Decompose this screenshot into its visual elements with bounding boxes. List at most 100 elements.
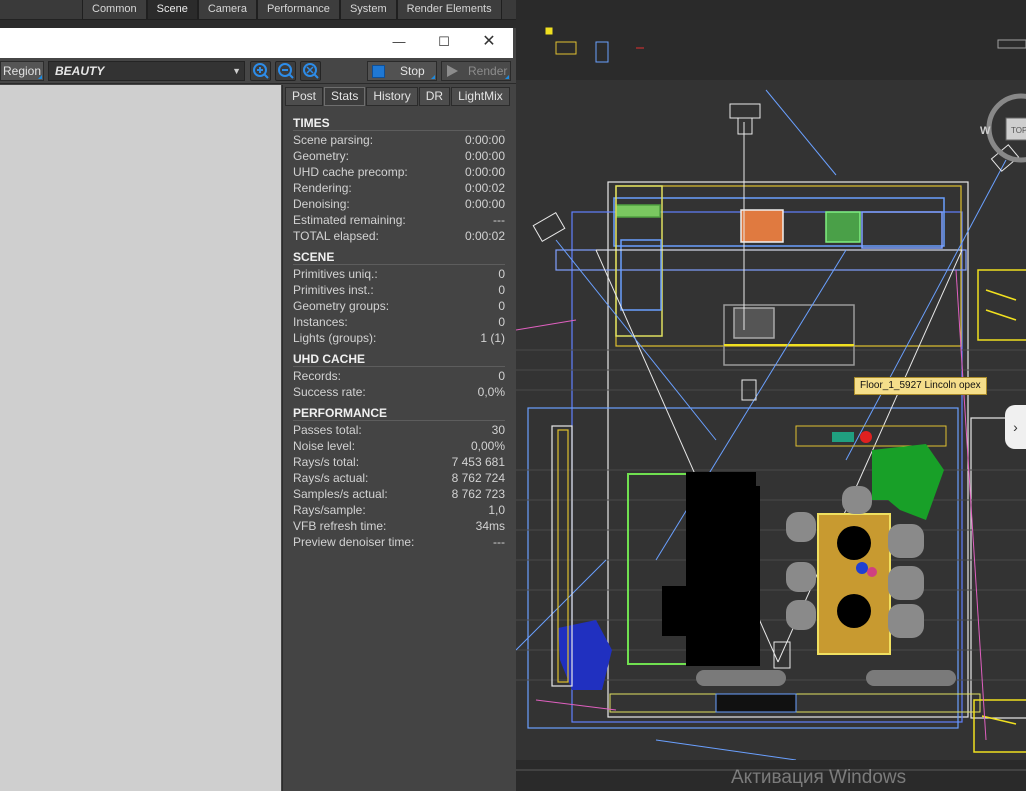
stats-row: Success rate: 0,0% [293,384,505,400]
stats-row-value: 1 (1) [480,331,505,345]
stats-row-value: --- [493,213,505,227]
stats-row-label: Estimated remaining: [293,213,406,227]
zoom-out-button[interactable] [275,61,296,81]
stats-panel: TIMES Scene parsing: 0:00:00 Geometry: 0:00:… [293,115,505,555]
stats-section-title: TIMES [293,115,505,131]
panel-tab-post[interactable]: Post [285,87,324,106]
vfb-panel-tabs: Post Stats History DR LightMix [285,87,511,107]
window-titlebar: — ☐ ✕ [0,28,513,58]
stats-row-label: Records: [293,369,342,383]
stats-row-value: 0:00:00 [464,165,505,179]
object-tooltip: Floor_1_5927 Lincoln opex [854,377,987,395]
stats-row-label: Lights (groups): [293,331,377,345]
stats-section-title: PERFORMANCE [293,405,505,421]
zoom-fit-button[interactable] [300,61,321,81]
stats-row-value: 0 [498,283,505,297]
stats-row-label: TOTAL elapsed: [293,229,379,243]
stats-row-value: --- [493,535,505,549]
stop-render-button[interactable]: Stop [367,61,437,81]
zoom-out-icon [278,63,294,79]
stats-row-label: Primitives inst.: [293,283,374,297]
tab-scene[interactable]: Scene [146,0,198,20]
tab-render-elements[interactable]: Render Elements [396,0,502,20]
chevron-right-icon[interactable]: › [1005,405,1026,449]
render-setup-tabbar: Common Scene Camera Performance System Render… [0,0,516,20]
stats-row-label: Success rate: [293,385,366,399]
panel-tab-dr[interactable]: DR [418,87,451,106]
stats-section-performance: PERFORMANCE Passes total: 30 Noise level: 0,… [293,405,505,550]
stats-row: Geometry groups: 0 [293,298,505,314]
stats-row: Primitives inst.: 0 [293,282,505,298]
stats-row: Scene parsing: 0:00:00 [293,132,505,148]
stats-section-title: SCENE [293,249,505,265]
stats-row: Rendering: 0:00:02 [293,180,505,196]
close-icon[interactable]: ✕ [472,31,506,55]
stats-row-value: 0:00:02 [464,181,505,195]
stats-row-value: 0,00% [470,439,505,453]
stats-row-value: 0 [498,369,505,383]
tab-system[interactable]: System [339,0,397,20]
vfb-toolbar: Region BEAUTY ▼ Stop Render [0,58,516,84]
stats-row: Samples/s actual: 8 762 723 [293,486,505,502]
render-label: Render [468,64,508,78]
vray-frame-buffer-window: — ☐ ✕ Region BEAUTY ▼ Stop Render Post S… [0,28,516,791]
stats-row-label: Rays/s actual: [293,471,369,485]
stats-row: Records: 0 [293,368,505,384]
stats-row-label: Rays/s total: [293,455,360,469]
stats-row: VFB refresh time: 34ms [293,518,505,534]
stats-row-value: 8 762 723 [451,487,505,501]
zoom-in-button[interactable] [250,61,271,81]
compass-top-label: TOP [1011,126,1026,135]
stats-row-label: Rays/sample: [293,503,366,517]
vfb-side-panel: Post Stats History DR LightMix TIMES Scene pa… [282,85,516,791]
stats-row: Rays/sample: 1,0 [293,502,505,518]
stats-row: Noise level: 0,00% [293,438,505,454]
stats-row-value: 0 [498,299,505,313]
stats-row-value: 7 453 681 [451,455,505,469]
channel-select-value: BEAUTY [55,64,105,78]
minimize-icon[interactable]: — [382,31,416,55]
tab-camera[interactable]: Camera [197,0,257,20]
stats-section-title: UHD CACHE [293,351,505,367]
stats-row-label: Samples/s actual: [293,487,388,501]
channel-select[interactable]: BEAUTY ▼ [48,61,245,81]
stats-row-label: Scene parsing: [293,133,374,147]
stats-row-value: 0:00:00 [464,149,505,163]
stats-row-value: 0:00:00 [464,133,505,147]
stats-row-value: 34ms [475,519,505,533]
stats-row-value: 0 [498,267,505,281]
stats-row-label: Noise level: [293,439,356,453]
region-label: Region [3,64,42,78]
stats-row-value: 0:00:00 [464,197,505,211]
zoom-fit-icon [303,63,319,79]
stats-row-label: Geometry: [293,149,350,163]
tab-performance[interactable]: Performance [256,0,340,20]
panel-tab-lightmix[interactable]: LightMix [451,87,510,106]
windows-activation-watermark: Активация Windows [731,767,907,788]
stats-row-value: 0:00:02 [464,229,505,243]
stats-row-value: 1,0 [488,503,505,517]
stats-section-uhd-cache: UHD CACHE Records: 0 Success rate: 0,0% [293,351,505,400]
render-button[interactable]: Render [441,61,511,81]
viewport-top[interactable]: W TOP [516,0,1026,791]
viewport-wireframe[interactable]: W TOP [516,0,1026,791]
render-image-canvas[interactable] [0,85,281,791]
stats-row-label: Instances: [293,315,348,329]
stats-section-times: TIMES Scene parsing: 0:00:00 Geometry: 0:00:… [293,115,505,244]
stats-row: Geometry: 0:00:00 [293,148,505,164]
zoom-in-icon [253,63,269,79]
panel-tab-stats[interactable]: Stats [324,87,366,106]
stats-row: Instances: 0 [293,314,505,330]
compass-w-label: W [980,125,991,137]
stats-row-value: 0 [498,315,505,329]
stop-icon [372,65,385,78]
tab-common[interactable]: Common [82,0,147,20]
chevron-down-icon: ▼ [232,66,241,76]
maximize-icon[interactable]: ☐ [427,31,461,55]
panel-tab-history[interactable]: History [366,87,418,106]
stats-row-label: VFB refresh time: [293,519,387,533]
stats-row-label: Passes total: [293,423,362,437]
stats-row-value: 0,0% [477,385,505,399]
stats-row-label: UHD cache precomp: [293,165,408,179]
region-render-button[interactable]: Region [0,61,44,81]
